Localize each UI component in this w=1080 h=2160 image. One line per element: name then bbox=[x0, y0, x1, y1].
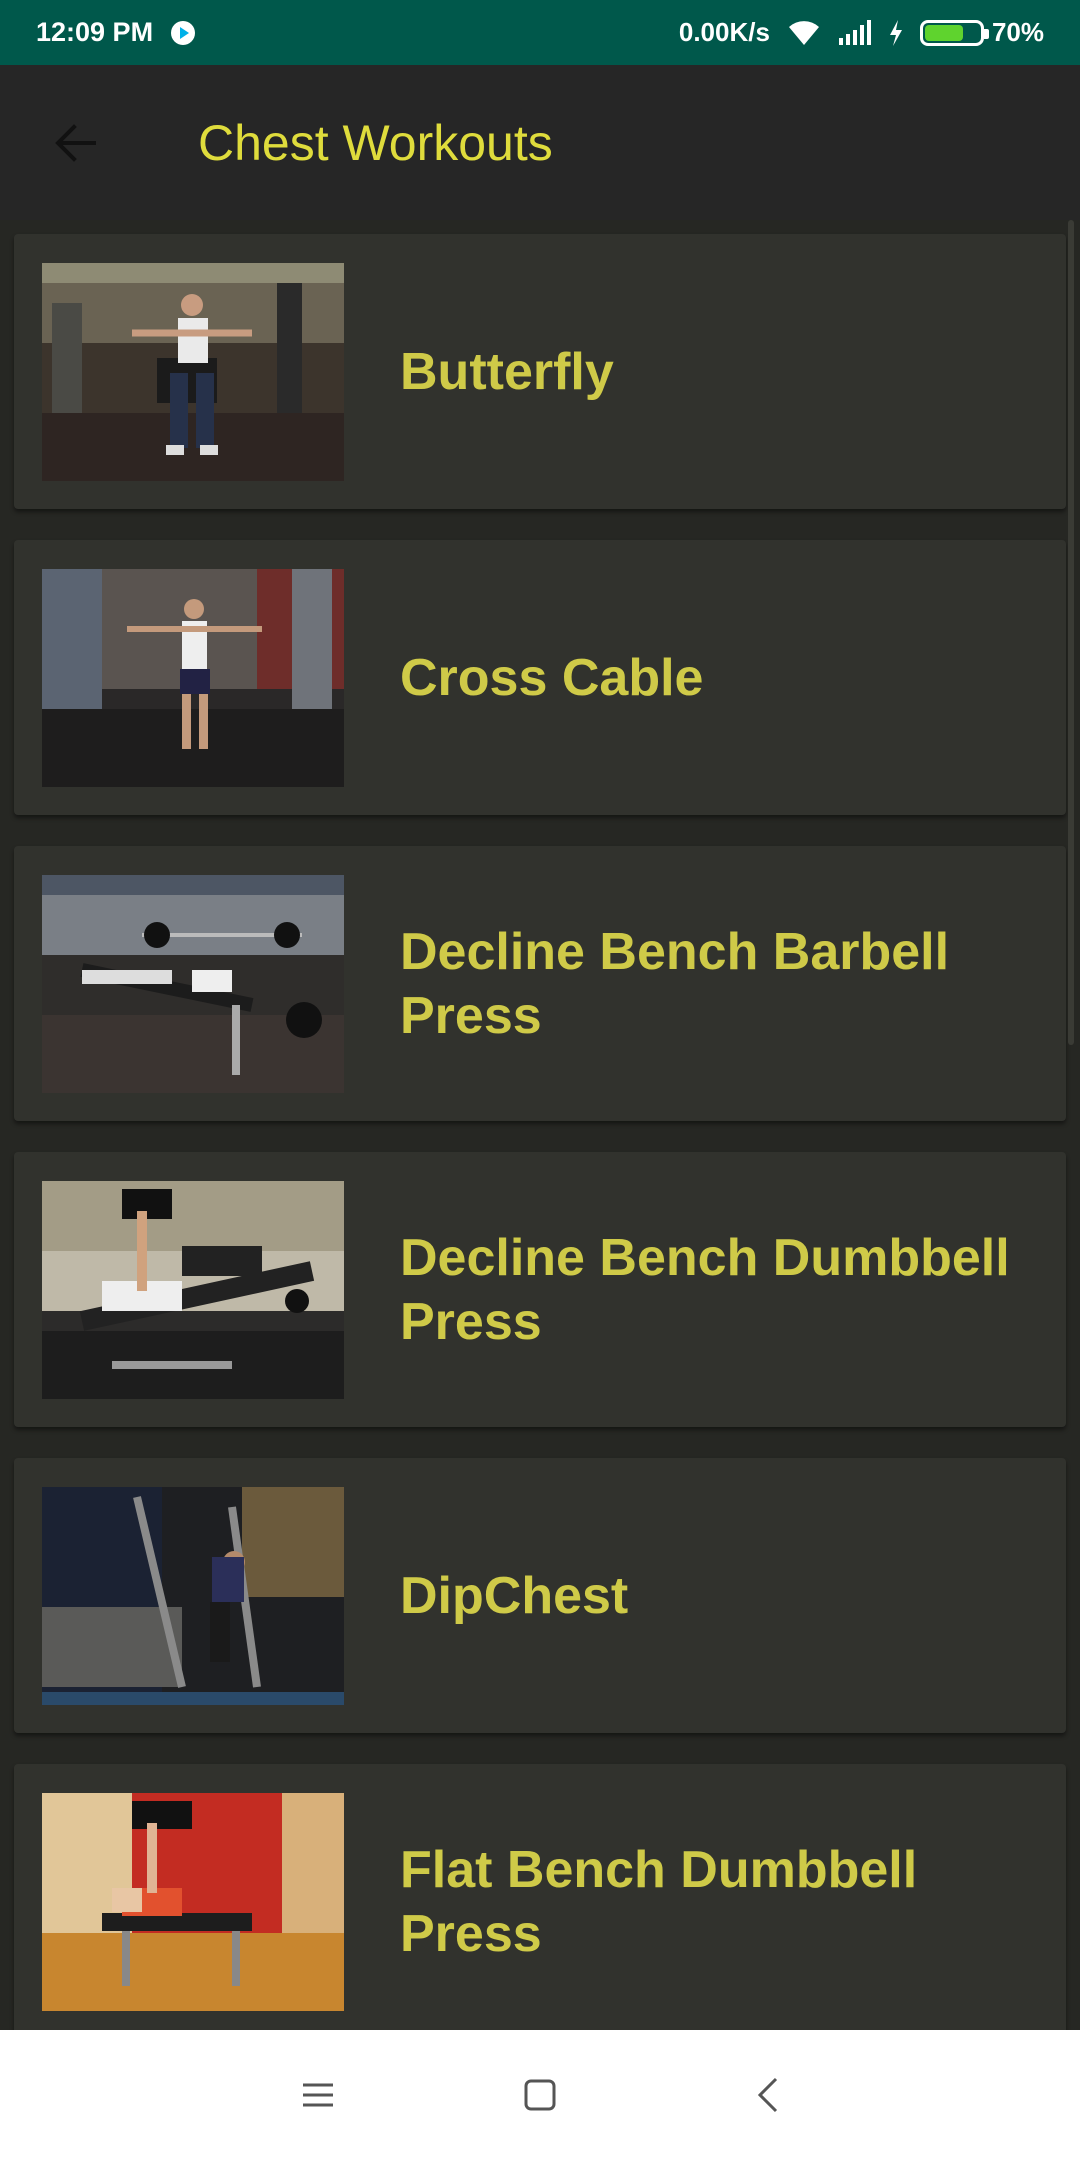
workout-thumbnail bbox=[42, 262, 344, 481]
flat-bench-dumbbell-photo bbox=[42, 1792, 344, 2011]
play-icon bbox=[171, 20, 196, 45]
workout-card-flat-bench-dumbbell[interactable]: Flat Bench Dumbbell Press bbox=[14, 1764, 1066, 2030]
status-bar: 12:09 PM 0.00K/s 70% bbox=[0, 0, 1080, 65]
decline-barbell-photo bbox=[42, 874, 344, 1093]
workout-card-dip-chest[interactable]: DipChest bbox=[14, 1458, 1066, 1733]
net-speed: 0.00K/s bbox=[678, 17, 770, 47]
back-icon bbox=[757, 2077, 778, 2113]
workout-card-cross-cable[interactable]: Cross Cable bbox=[14, 540, 1066, 815]
workout-thumbnail bbox=[42, 1180, 344, 1399]
workout-title: Cross Cable bbox=[400, 648, 704, 707]
home-icon bbox=[524, 2079, 556, 2111]
status-time: 12:09 PM bbox=[36, 17, 154, 47]
home-button[interactable] bbox=[505, 2060, 575, 2130]
workout-title: Decline Bench Dumbbell Press bbox=[400, 1228, 1010, 1351]
arrow-back-icon bbox=[55, 123, 96, 162]
cross-cable-photo bbox=[42, 568, 344, 787]
dip-chest-photo bbox=[42, 1486, 344, 1705]
workout-title: Butterfly bbox=[400, 342, 614, 401]
butterfly-machine-photo bbox=[42, 262, 344, 481]
workout-title: DipChest bbox=[400, 1566, 629, 1625]
workout-thumbnail bbox=[42, 874, 344, 1093]
workout-title: Decline Bench Barbell Press bbox=[400, 922, 950, 1045]
workout-thumbnail bbox=[42, 1792, 344, 2011]
battery-cap bbox=[983, 28, 989, 39]
battery-fill bbox=[924, 24, 963, 41]
workout-card-decline-dumbbell[interactable]: Decline Bench Dumbbell Press bbox=[14, 1152, 1066, 1427]
menu-button[interactable] bbox=[283, 2060, 353, 2130]
nav-back-button[interactable] bbox=[733, 2060, 803, 2130]
decline-dumbbell-photo bbox=[42, 1180, 344, 1399]
app-bar: Chest Workouts bbox=[0, 65, 1080, 220]
charging-icon bbox=[888, 19, 904, 47]
workout-card-butterfly[interactable]: Butterfly bbox=[14, 234, 1066, 509]
menu-icon bbox=[303, 2083, 333, 2107]
wifi-icon bbox=[786, 19, 822, 47]
status-right: 0.00K/s 70% bbox=[679, 17, 1044, 48]
scrollbar[interactable] bbox=[1068, 220, 1074, 1045]
workout-title: Flat Bench Dumbbell Press bbox=[400, 1840, 918, 1963]
signal-icon bbox=[838, 19, 872, 46]
battery-icon: 70% bbox=[919, 17, 1044, 48]
workout-list[interactable]: Butterfly Cross Cable Decline Bench Barb… bbox=[0, 220, 1080, 2030]
back-button[interactable] bbox=[36, 103, 116, 183]
workout-thumbnail bbox=[42, 1486, 344, 1705]
battery-percent: 70% bbox=[991, 17, 1044, 47]
workout-thumbnail bbox=[42, 568, 344, 787]
workout-card-decline-barbell[interactable]: Decline Bench Barbell Press bbox=[14, 846, 1066, 1121]
system-nav-bar bbox=[0, 2030, 1080, 2160]
battery-body bbox=[919, 19, 989, 46]
page-title: Chest Workouts bbox=[198, 114, 553, 171]
